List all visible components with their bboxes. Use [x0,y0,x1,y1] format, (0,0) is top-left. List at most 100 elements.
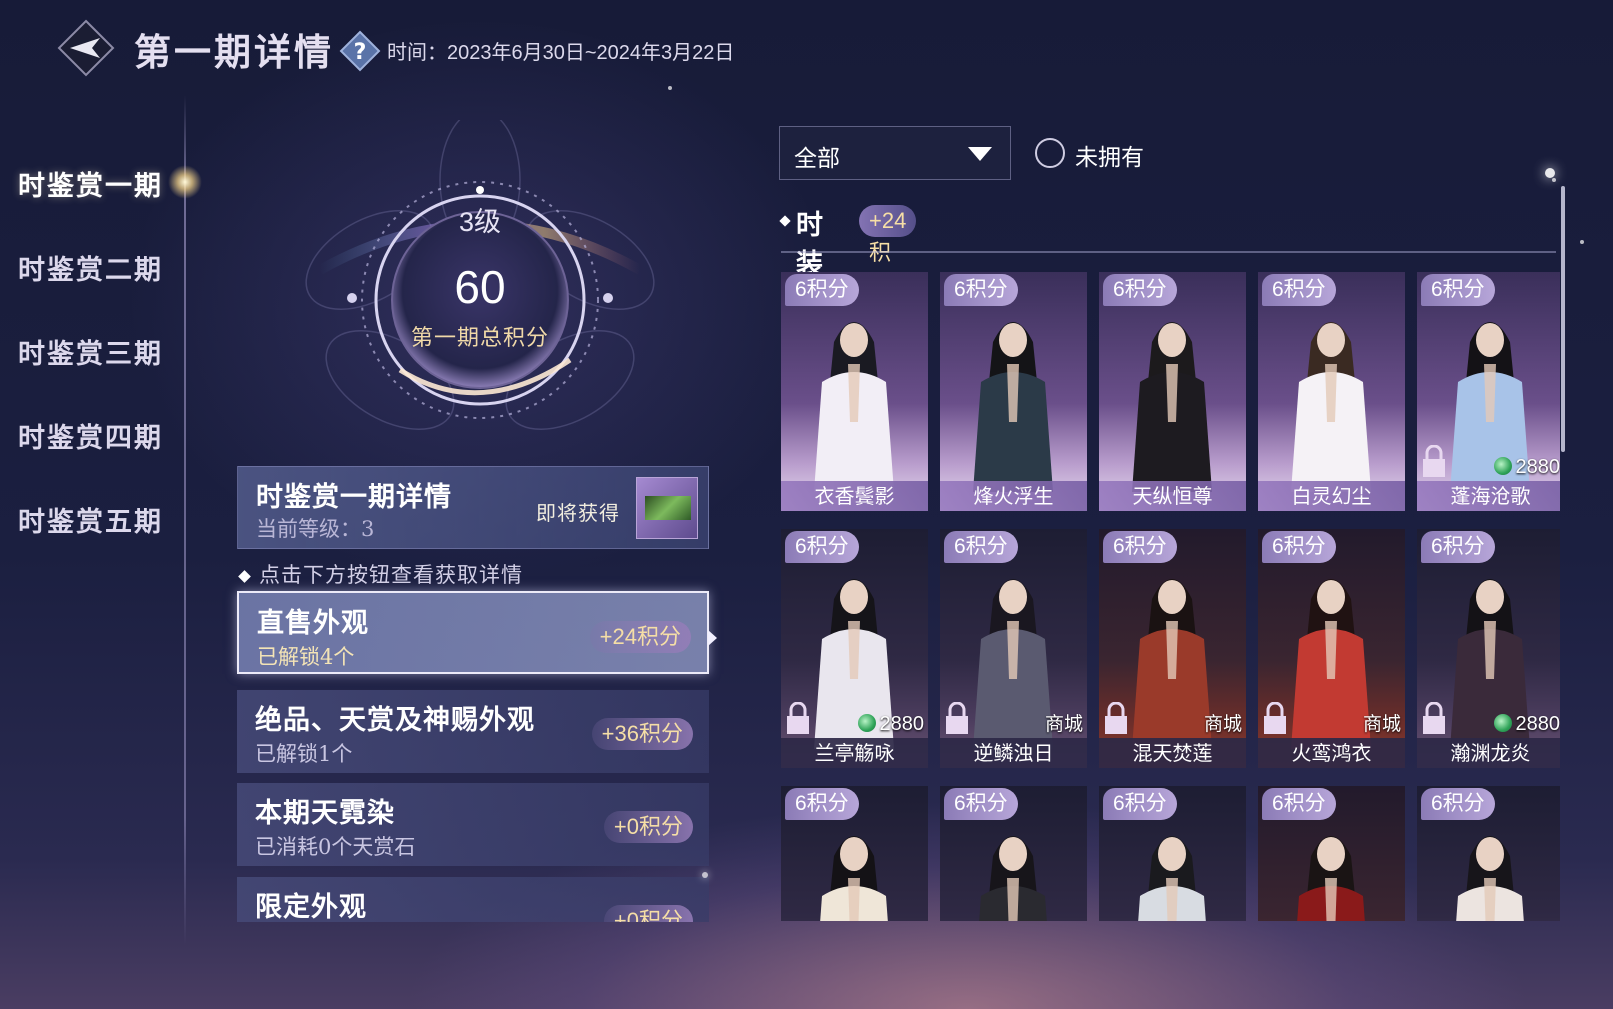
outfit-name: 逆鳞浊日 [940,738,1087,768]
outfit-points: 6积分 [1103,274,1177,306]
outfit-points: 6积分 [785,531,859,563]
grid-scrollbar[interactable] [1561,186,1565,452]
outfit-card[interactable]: 6积分 衣香鬓影 [781,272,928,511]
period-time: 时间：2023年6月30日~2024年3月22日 [387,42,735,64]
outfit-points: 6积分 [944,274,1018,306]
category-title: 限定外观 [255,892,367,922]
outfit-points: 6积分 [1262,274,1336,306]
score-circle: 3级 60 第一期总积分 [280,120,680,460]
category-subtitle: 已解锁1个 [255,742,353,766]
outfit-points: 6积分 [944,531,1018,563]
outfit-points: 6积分 [1262,531,1336,563]
outfit-card[interactable]: 6积分 [1099,786,1246,921]
section-divider [781,251,1556,253]
outfit-card[interactable]: 6积分 2880 兰亭觞咏 [781,529,928,768]
detail-title: 时鉴赏一期详情 [256,482,452,513]
star-decoration [1545,168,1555,178]
filter-dropdown[interactable]: 全部 [779,126,1011,180]
svg-text:?: ? [354,40,367,65]
outfit-card[interactable]: 6积分 2880 瀚渊龙炎 [1417,529,1560,768]
character-figure [1456,836,1524,921]
character-figure [1291,322,1371,492]
outfit-card[interactable]: 6积分商城混天焚莲 [1099,529,1246,768]
outfit-points: 6积分 [785,274,859,306]
category-points: +36积分 [591,718,693,750]
outfit-card[interactable]: 6积分 [1258,786,1405,921]
star-decoration [1580,240,1584,244]
category-direct-sale[interactable]: 直售外观 已解锁4个 +24积分 [237,591,709,674]
outfit-points: 6积分 [1103,531,1177,563]
chevron-down-icon [968,147,992,161]
shop-tag: 商城 [1362,713,1401,735]
lock-icon [1264,702,1286,734]
category-subtitle: 已消耗0个天赏石 [255,835,416,859]
hint-text: 点击下方按钮查看获取详情 [238,559,523,589]
jade-icon [1493,457,1512,475]
category-premium[interactable]: 绝品、天赏及神赐外观 已解锁1个 +36积分 [237,690,709,773]
hint-label: 点击下方按钮查看获取详情 [259,563,523,587]
outfit-card[interactable]: 6积分商城火鸾鸿衣 [1258,529,1405,768]
category-title: 绝品、天赏及神赐外观 [255,705,535,736]
current-level: 当前等级：3 [256,517,375,541]
shop-tag: 商城 [1044,713,1083,735]
nav-item-period-3[interactable]: 时鉴赏三期 [18,332,163,371]
outfit-card[interactable]: 6积分 2880 蓬海沧歌 [1417,272,1560,511]
jade-icon [857,714,876,732]
bullet-icon [238,570,251,583]
outfit-name: 白灵幻尘 [1258,481,1405,511]
upcoming-reward-item[interactable] [636,477,698,539]
active-nav-glow [168,165,202,199]
outfit-name: 火鸾鸿衣 [1258,738,1405,768]
category-points: +0积分 [603,811,693,843]
lock-icon [1423,702,1445,734]
outfit-card[interactable]: 6积分商城逆鳞浊日 [940,529,1087,768]
outfit-points: 6积分 [1262,788,1336,820]
bullet-icon [779,215,791,227]
outfit-grid: 6积分 衣香鬓影 6积分 烽火浮生 6积分 天纵恒尊 6积分 白灵幻尘 6积分 2880 蓬海沧歌 6… [778,272,1560,921]
outfit-name: 瀚渊龙炎 [1417,738,1560,768]
outfit-name: 蓬海沧歌 [1417,481,1560,511]
category-subtitle: 已解锁4个 [257,645,355,669]
category-limited[interactable]: 限定外观 +0积分 [237,877,709,922]
shop-tag: 商城 [1203,713,1242,735]
outfit-card[interactable]: 6积分 [1417,786,1560,921]
outfit-price: 2880 [1493,456,1561,479]
category-dye[interactable]: 本期天霓染 已消耗0个天赏石 +0积分 [237,783,709,866]
outfit-card[interactable]: 6积分 [940,786,1087,921]
outfit-price: 2880 [1493,713,1561,736]
unowned-label[interactable]: 未拥有 [1075,138,1144,172]
score-value: 60 [454,261,506,313]
help-button[interactable]: ? [339,30,381,72]
period-detail-card[interactable]: 时鉴赏一期详情 当前等级：3 即将获得 [237,466,709,549]
character-figure [979,836,1047,921]
unowned-radio[interactable] [1035,138,1065,168]
price-value: 2880 [1515,713,1561,735]
outfit-name: 混天焚莲 [1099,738,1246,768]
outfit-price: 2880 [857,713,924,736]
score-level: 3级 [458,207,502,237]
nav-item-period-4[interactable]: 时鉴赏四期 [18,416,163,455]
jade-icon [1493,714,1512,732]
character-figure [1138,836,1206,921]
reward-image [645,496,691,520]
outfit-points: 6积分 [944,788,1018,820]
lock-icon [1105,702,1127,734]
outfit-points: 6积分 [1421,274,1495,306]
character-figure [1132,322,1212,492]
price-value: 2880 [1515,456,1561,478]
outfit-card[interactable]: 6积分 天纵恒尊 [1099,272,1246,511]
outfit-card[interactable]: 6积分白灵幻尘 [1258,272,1405,511]
nav-item-period-5[interactable]: 时鉴赏五期 [18,500,163,539]
character-figure [820,836,888,921]
lock-icon [787,702,809,734]
score-label: 第一期总积分 [410,326,549,351]
star-decoration [702,872,708,878]
outfit-card[interactable]: 6积分 烽火浮生 [940,272,1087,511]
nav-item-period-1[interactable]: 时鉴赏一期 [18,164,163,203]
page-title: 第一期详情 [134,30,334,74]
back-button[interactable] [56,18,116,78]
nav-item-period-2[interactable]: 时鉴赏二期 [18,248,163,287]
category-points: +0积分 [603,905,693,922]
outfit-card[interactable]: 6积分 [781,786,928,921]
outfit-name: 兰亭觞咏 [781,738,928,768]
